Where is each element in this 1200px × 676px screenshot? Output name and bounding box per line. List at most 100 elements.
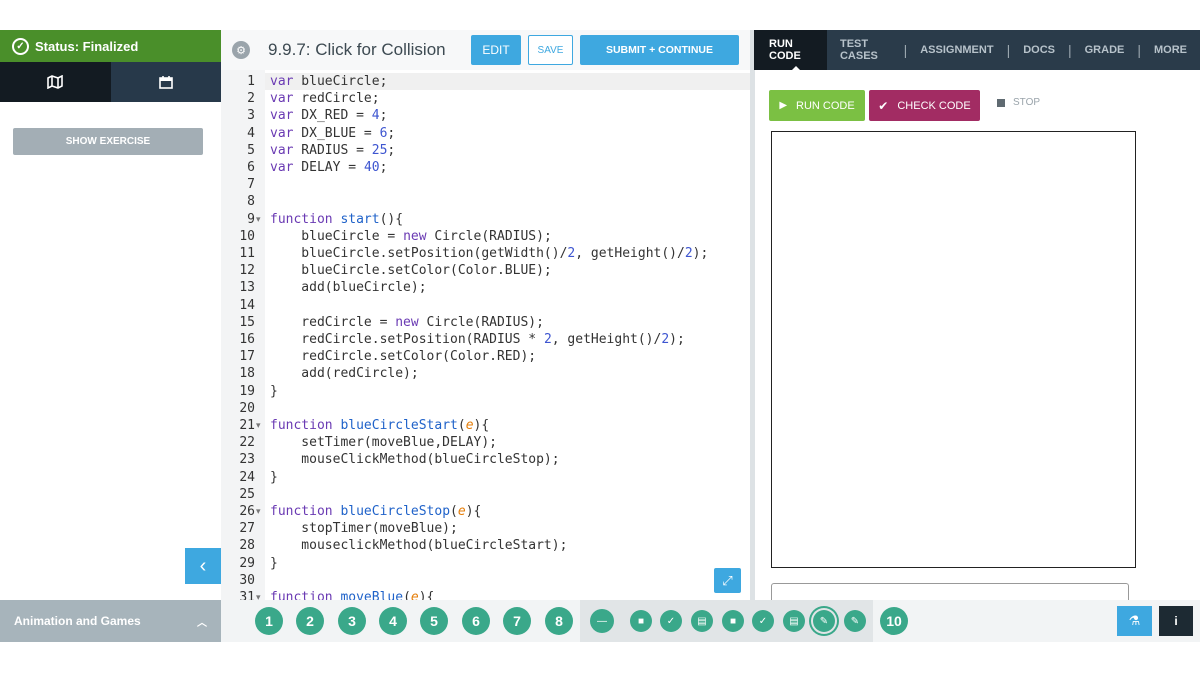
line-number: 14 bbox=[239, 297, 255, 313]
code-line[interactable]: var blueCircle; bbox=[270, 73, 387, 90]
document-icon[interactable]: ▤ bbox=[691, 610, 713, 632]
line-number: 28 bbox=[239, 538, 255, 554]
map-icon bbox=[47, 75, 64, 89]
video-icon[interactable]: ■ bbox=[722, 610, 744, 632]
code-line[interactable]: add(blueCircle); bbox=[270, 279, 426, 296]
line-number: 29 bbox=[239, 555, 255, 571]
tab-docs[interactable]: DOCS bbox=[1010, 44, 1068, 56]
step-4-button[interactable]: 4 bbox=[379, 607, 407, 635]
code-line[interactable]: } bbox=[270, 469, 278, 486]
check-icon[interactable]: ✓ bbox=[660, 610, 682, 632]
code-line[interactable]: redCircle.setPosition(RADIUS * 2, getHei… bbox=[270, 331, 685, 348]
output-canvas[interactable] bbox=[771, 131, 1136, 568]
line-number: 17 bbox=[239, 349, 255, 365]
step-10-button[interactable]: 10 bbox=[880, 607, 908, 635]
code-line[interactable]: var DX_RED = 4; bbox=[270, 107, 387, 124]
code-line[interactable]: mouseClickMethod(blueCircleStop); bbox=[270, 451, 559, 468]
chevron-left-icon: ‹ bbox=[199, 554, 207, 577]
fold-arrow-icon[interactable]: ▾ bbox=[256, 417, 261, 434]
code-line[interactable]: function blueCircleStop(e){ bbox=[270, 503, 481, 520]
code-line[interactable]: mouseclickMethod(blueCircleStart); bbox=[270, 537, 567, 554]
stop-label: STOP bbox=[1013, 97, 1041, 108]
line-number: 16 bbox=[239, 332, 255, 347]
code-line[interactable]: stopTimer(moveBlue); bbox=[270, 520, 458, 537]
pane-divider[interactable] bbox=[750, 30, 755, 600]
step-8-button[interactable]: 8 bbox=[545, 607, 573, 635]
pencil-icon[interactable]: ✎ bbox=[813, 610, 835, 632]
run-code-label: RUN CODE bbox=[796, 99, 855, 112]
code-line[interactable]: blueCircle.setColor(Color.BLUE); bbox=[270, 262, 551, 279]
step-6-button[interactable]: 6 bbox=[462, 607, 490, 635]
line-number: 30 bbox=[239, 572, 255, 588]
line-number: 24 bbox=[239, 469, 255, 485]
fold-arrow-icon[interactable]: ▾ bbox=[256, 211, 261, 228]
status-badge: ✓ Status: Finalized bbox=[0, 30, 221, 62]
code-line[interactable]: var DELAY = 40; bbox=[270, 159, 387, 176]
document-icon[interactable]: ▤ bbox=[783, 610, 805, 632]
minus-icon[interactable]: — bbox=[590, 609, 614, 633]
line-number: 27 bbox=[239, 521, 255, 537]
pencil-icon[interactable]: ✎ bbox=[844, 610, 866, 632]
code-line[interactable]: blueCircle = new Circle(RADIUS); bbox=[270, 228, 551, 245]
stop-icon bbox=[997, 98, 1005, 107]
code-line[interactable]: setTimer(moveBlue,DELAY); bbox=[270, 434, 497, 451]
expand-icon[interactable]: ⤢ bbox=[714, 568, 741, 593]
step-1-button[interactable]: 1 bbox=[255, 607, 283, 635]
code-line[interactable]: var RADIUS = 25; bbox=[270, 142, 395, 159]
video-icon[interactable]: ■ bbox=[630, 610, 652, 632]
code-line[interactable]: function start(){ bbox=[270, 211, 403, 228]
collapse-sidebar-button[interactable]: ‹ bbox=[185, 548, 221, 584]
line-number: 21 bbox=[239, 418, 255, 433]
code-line[interactable]: function blueCircleStart(e){ bbox=[270, 417, 489, 434]
step-7-button[interactable]: 7 bbox=[503, 607, 531, 635]
code-line[interactable]: var DX_BLUE = 6; bbox=[270, 125, 395, 142]
calendar-icon bbox=[158, 76, 173, 89]
line-number: 12 bbox=[239, 263, 255, 279]
sidebar-tab-map[interactable] bbox=[0, 62, 111, 102]
tab-assignment[interactable]: ASSIGNMENT bbox=[907, 44, 1006, 56]
tab-test-cases[interactable]: TEST CASES bbox=[827, 38, 904, 62]
submit-continue-button[interactable]: SUBMIT + CONTINUE bbox=[580, 35, 739, 65]
code-line[interactable]: var redCircle; bbox=[270, 90, 380, 107]
line-number: 3 bbox=[247, 108, 255, 124]
line-number: 19 bbox=[239, 383, 255, 399]
code-line[interactable]: blueCircle.setPosition(getWidth()/2, get… bbox=[270, 245, 708, 262]
info-icon[interactable]: i bbox=[1159, 606, 1193, 636]
unit-selector[interactable]: Animation and Games ︿ bbox=[0, 600, 221, 642]
code-line[interactable]: add(redCircle); bbox=[270, 365, 418, 382]
line-number: 20 bbox=[239, 400, 255, 416]
line-number: 4 bbox=[247, 125, 255, 141]
sidebar-tabs bbox=[0, 62, 221, 102]
line-number: 18 bbox=[239, 366, 255, 382]
code-line[interactable]: redCircle.setColor(Color.RED); bbox=[270, 348, 536, 365]
step-5-button[interactable]: 5 bbox=[420, 607, 448, 635]
run-code-button[interactable]: ▶ RUN CODE bbox=[769, 90, 865, 121]
code-line[interactable]: } bbox=[270, 555, 278, 572]
step-2-button[interactable]: 2 bbox=[296, 607, 324, 635]
fold-arrow-icon[interactable]: ▾ bbox=[256, 503, 261, 520]
check-circle-icon: ✓ bbox=[12, 37, 29, 55]
line-number: 13 bbox=[239, 280, 255, 296]
tab-run-code[interactable]: RUN CODE bbox=[754, 30, 827, 70]
lab-flask-icon[interactable]: ⚗ bbox=[1117, 606, 1152, 636]
tab-grade[interactable]: GRADE bbox=[1072, 44, 1138, 56]
tab-more[interactable]: MORE bbox=[1141, 44, 1200, 56]
sidebar-tab-calendar[interactable] bbox=[110, 62, 221, 102]
code-line[interactable]: redCircle = new Circle(RADIUS); bbox=[270, 314, 544, 331]
show-exercise-button[interactable]: SHOW EXERCISE bbox=[13, 128, 203, 155]
line-number: 6 bbox=[247, 160, 255, 175]
unit-name: Animation and Games bbox=[14, 614, 141, 628]
step-3-button[interactable]: 3 bbox=[338, 607, 366, 635]
active-tab-caret bbox=[790, 66, 802, 72]
save-button[interactable]: SAVE bbox=[528, 35, 573, 65]
line-number: 22 bbox=[239, 435, 255, 451]
edit-button[interactable]: EDIT bbox=[471, 35, 521, 65]
line-number: 9 bbox=[247, 211, 255, 227]
gear-icon[interactable]: ⚙ bbox=[232, 41, 250, 59]
code-line[interactable]: } bbox=[270, 383, 278, 400]
stop-button[interactable]: STOP bbox=[997, 97, 1040, 108]
checkmark-icon: ✔ bbox=[878, 98, 889, 113]
status-label: Status: Finalized bbox=[35, 38, 139, 54]
check-icon[interactable]: ✓ bbox=[752, 610, 774, 632]
check-code-button[interactable]: ✔ CHECK CODE bbox=[869, 90, 980, 121]
